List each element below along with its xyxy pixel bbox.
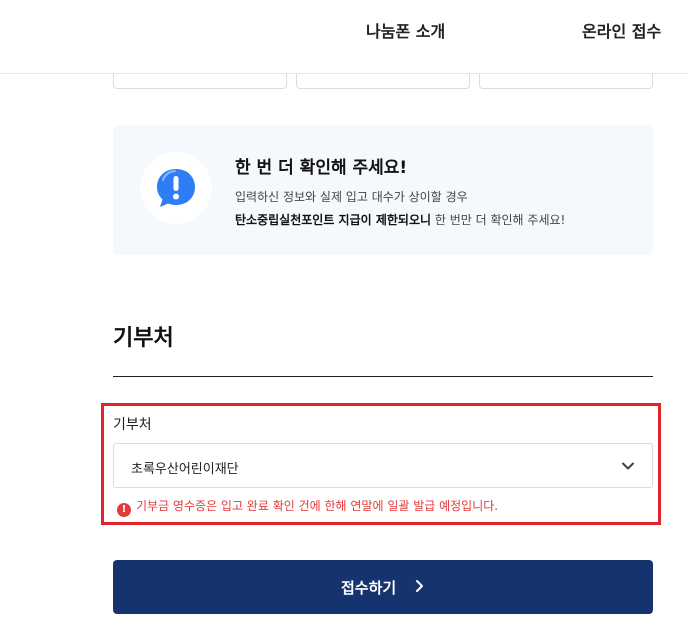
chevron-right-icon xyxy=(416,580,423,592)
receipt-hint: ! 기부금 영수증은 입고 완료 확인 건에 한해 연말에 일괄 발급 예정입니다… xyxy=(117,497,498,517)
nav-item-nanumphone-intro[interactable]: 나눔폰 소개 xyxy=(366,18,445,42)
notice-title: 한 번 더 확인해 주세요! xyxy=(235,158,408,178)
confirm-notice-box: 한 번 더 확인해 주세요! 입력하신 정보와 실제 입고 대수가 상이할 경우… xyxy=(113,125,653,255)
submit-button[interactable]: 접수하기 xyxy=(113,560,653,614)
section-divider xyxy=(113,376,653,377)
notice-rest-text: 한 번만 더 확인해 주세요! xyxy=(431,213,566,227)
notice-bold-text: 탄소중립실천포인트 지급이 제한되오니 xyxy=(235,213,432,227)
submit-button-label: 접수하기 xyxy=(341,579,397,597)
receipt-hint-text: 기부금 영수증은 입고 완료 확인 건에 한해 연말에 일괄 발급 예정입니다. xyxy=(136,499,499,513)
notice-text-warning: 탄소중립실천포인트 지급이 제한되오니 한 번만 더 확인해 주세요! xyxy=(235,211,565,228)
exclamation-speech-bubble-icon xyxy=(140,152,212,224)
input-field-partial[interactable] xyxy=(479,74,653,89)
input-field-partial[interactable] xyxy=(296,74,470,89)
notice-text: 입력하신 정보와 실제 입고 대수가 상이할 경우 xyxy=(235,190,468,204)
nav-item-online-apply[interactable]: 온라인 접수 xyxy=(582,18,661,42)
donation-select-value: 초록우산어린이재단 xyxy=(131,462,239,477)
error-icon: ! xyxy=(117,503,131,517)
top-header: 나눔폰 소개 온라인 접수 xyxy=(0,0,688,74)
chevron-down-icon xyxy=(622,462,634,470)
donation-field-label: 기부처 xyxy=(113,417,152,433)
donation-select[interactable]: 초록우산어린이재단 xyxy=(113,443,653,488)
input-field-partial[interactable] xyxy=(113,74,287,89)
section-title-donation: 기부처 xyxy=(113,326,174,351)
